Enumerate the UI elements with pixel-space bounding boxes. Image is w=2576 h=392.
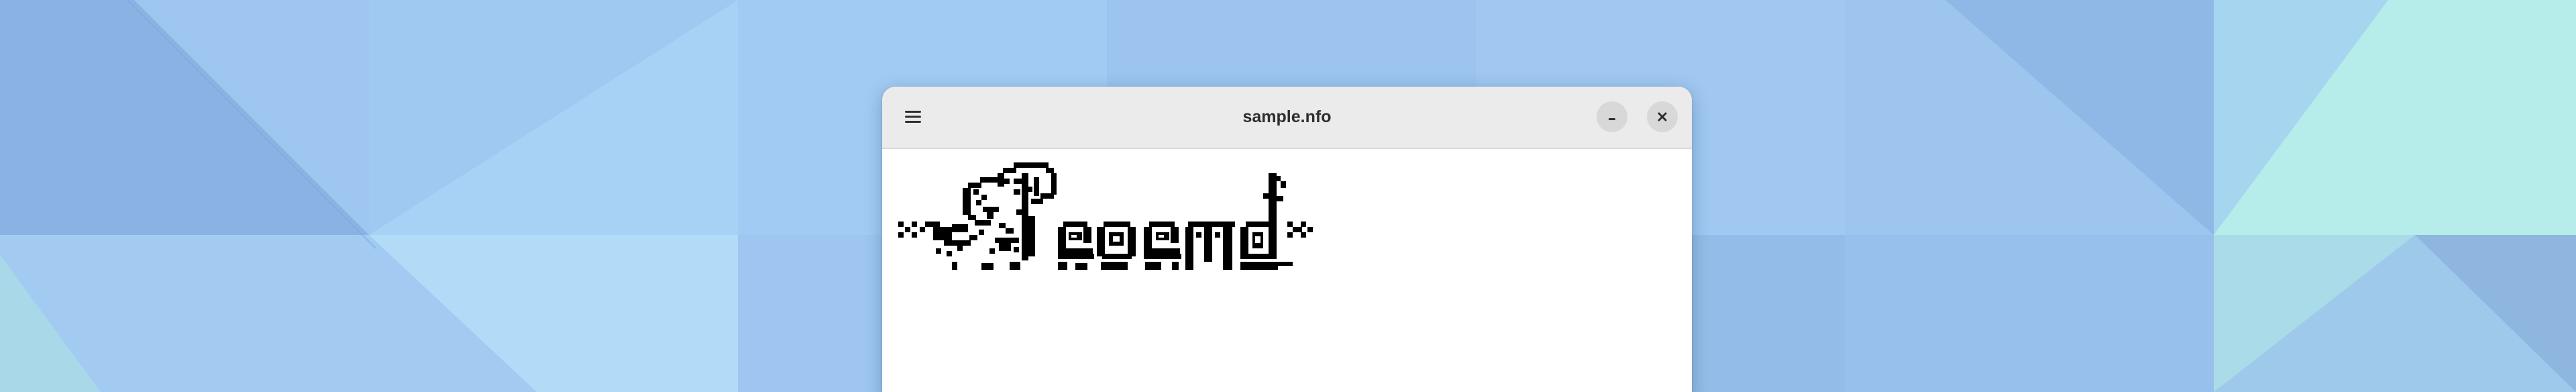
minimize-button[interactable]	[1597, 101, 1627, 132]
nfo-ascii-art-logo	[898, 162, 1313, 270]
main-menu-button[interactable]	[898, 102, 928, 132]
close-icon	[1658, 112, 1667, 121]
hamburger-menu-icon	[905, 111, 921, 123]
desktop-background: sample.nfo	[0, 0, 2576, 392]
close-button[interactable]	[1647, 101, 1678, 132]
document-content-area[interactable]	[882, 149, 1692, 392]
minimize-icon	[1609, 118, 1615, 120]
window-headerbar: sample.nfo	[882, 87, 1692, 149]
text-viewer-window: sample.nfo	[882, 87, 1692, 392]
window-title: sample.nfo	[1242, 107, 1332, 126]
